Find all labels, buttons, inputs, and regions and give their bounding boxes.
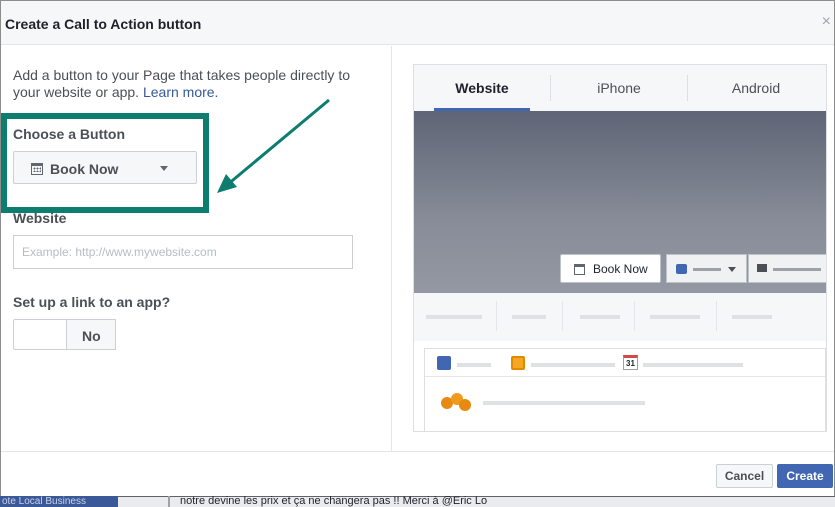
learn-more-link[interactable]: Learn more. [143,84,218,100]
placeholder-line [512,315,546,319]
placeholder-line [650,315,700,319]
background-snippet: notre devine les prix et ça ne changera … [180,496,488,507]
preview-panel: Website iPhone Android Book Now 31 [393,46,834,451]
nav-divider [716,301,717,331]
choose-button-value: Book Now [50,161,119,177]
dialog-footer: Cancel Create [1,451,834,496]
annotation-arrow-icon [217,98,330,193]
message-icon [757,264,767,272]
placeholder-line [732,315,772,319]
cover-photo: Book Now [414,111,826,293]
close-icon[interactable]: × [822,13,831,31]
photo-icon [511,356,525,370]
nav-divider [496,301,497,331]
preview-nav-bar [414,293,826,341]
background-left-tab: ote Local Business [0,496,118,507]
dialog-title: Create a Call to Action button [5,16,202,32]
placeholder-line [693,268,721,271]
intro-text: Add a button to your Page that takes peo… [13,67,363,101]
placeholder-line [457,363,491,367]
placeholder-line [483,401,645,405]
website-input[interactable] [13,235,353,269]
preview-tabs: Website iPhone Android [414,65,826,111]
cta-dialog: Create a Call to Action button × Add a b… [0,0,835,496]
tab-website[interactable]: Website [434,75,530,111]
composer-tabs: 31 [425,349,825,377]
placeholder-line [531,363,615,367]
placeholder-line [426,315,482,319]
thumbs-up-icon [676,264,687,274]
tab-android[interactable]: Android [688,75,824,111]
preview-like-button [666,254,747,283]
preview-message-button [748,254,826,283]
app-link-label: Set up a link to an app? [13,294,171,310]
background-divider [168,496,170,507]
chevron-down-icon [728,267,736,272]
calendar-icon [31,163,43,175]
tab-iphone[interactable]: iPhone [551,75,687,111]
calendar-icon [574,264,585,275]
settings-panel: Add a button to your Page that takes peo… [1,46,392,451]
preview-composer: 31 [424,348,826,431]
preview-cta-label: Book Now [593,262,648,276]
placeholder-line [580,315,620,319]
preview-cta-button: Book Now [560,254,661,283]
pencil-icon [437,356,451,370]
toggle-value: No [82,328,101,344]
create-button[interactable]: Create [777,464,833,488]
placeholder-line [643,363,743,367]
website-label: Website [13,210,67,226]
calendar-icon: 31 [623,355,638,370]
page-preview: Website iPhone Android Book Now 31 [413,64,827,432]
nav-divider [562,301,563,331]
placeholder-line [773,268,821,271]
app-link-toggle[interactable]: No [13,319,116,350]
fruit-image [437,389,473,417]
cancel-button[interactable]: Cancel [716,464,773,488]
dialog-body: Add a button to your Page that takes peo… [1,46,834,451]
choose-button-label: Choose a Button [13,126,125,142]
nav-divider [634,301,635,331]
dialog-header: Create a Call to Action button × [1,1,834,45]
chevron-down-icon [160,166,168,171]
choose-button-dropdown[interactable]: Book Now [13,151,197,184]
